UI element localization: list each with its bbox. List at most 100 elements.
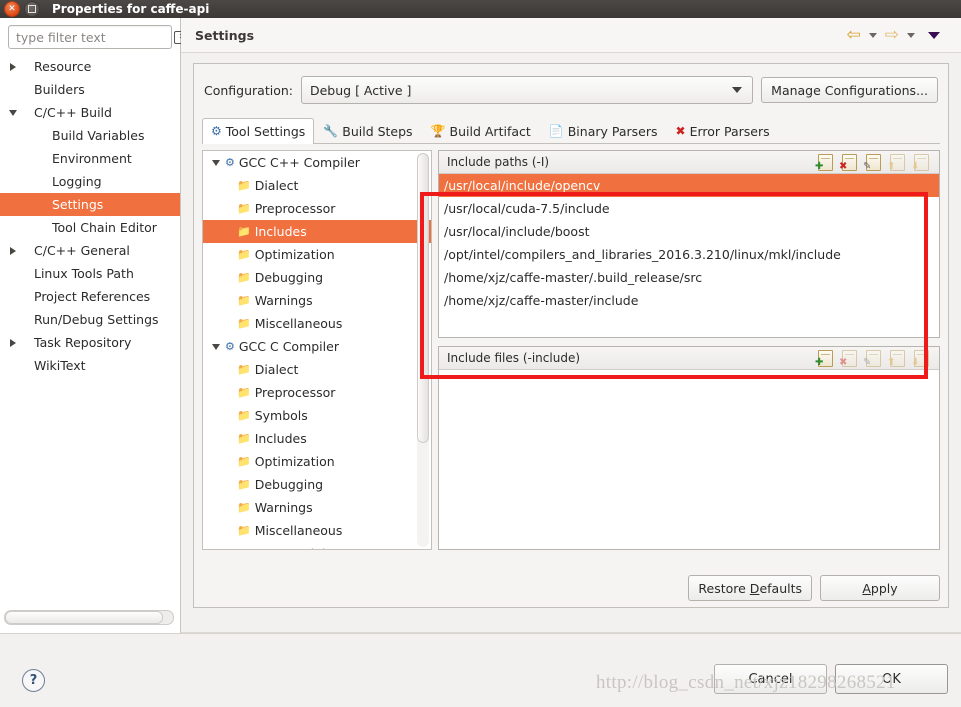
edit-icon[interactable]: ✎ (863, 153, 881, 171)
sidebar-item-resource[interactable]: Resource (0, 55, 180, 78)
help-icon[interactable]: ? (22, 669, 45, 692)
folder-icon: 📁 (237, 524, 251, 537)
chevron-down-icon[interactable] (207, 159, 225, 166)
chevron-down-icon[interactable] (207, 343, 225, 350)
forward-menu-chevron-down-icon[interactable] (907, 32, 915, 38)
tool-tree-item-label: Dialect (254, 178, 299, 193)
move-up-icon[interactable]: ⬆ (887, 153, 905, 171)
delete-icon[interactable]: ✖ (839, 349, 857, 367)
tool-tree-item[interactable]: 📁 Preprocessor (203, 197, 431, 220)
add-icon[interactable]: ✚ (815, 349, 833, 367)
tool-tree-item[interactable]: 📁 Symbols (203, 404, 431, 427)
back-arrow-icon[interactable]: ⇦ (847, 26, 861, 44)
list-item[interactable]: /home/xjz/caffe-master/include (439, 289, 939, 312)
sidebar-item-c-c-build[interactable]: C/C++ Build (0, 101, 180, 124)
sidebar-item-project-references[interactable]: Project References (0, 285, 180, 308)
tab-build-steps[interactable]: 🔧 Build Steps (314, 118, 421, 143)
scrollbar-thumb[interactable] (5, 611, 163, 624)
tool-tree-item[interactable]: ⚙ GCC C++ Compiler (203, 151, 431, 174)
sidebar-item-logging[interactable]: Logging (0, 170, 180, 193)
restore-defaults-button[interactable]: Restore Defaults (688, 575, 812, 601)
tool-tree-item[interactable]: 📁 Warnings (203, 496, 431, 519)
tool-tree-item[interactable]: 📁 Dialect (203, 358, 431, 381)
settings-panel: Configuration: Debug [ Active ] Manage C… (193, 63, 949, 608)
back-menu-chevron-down-icon[interactable] (868, 32, 877, 38)
maximize-icon[interactable] (24, 1, 40, 17)
tool-tree-item[interactable]: 📁 Includes (203, 220, 431, 243)
sidebar-item-label: Logging (52, 174, 102, 189)
move-up-icon[interactable]: ⬆ (887, 349, 905, 367)
move-down-icon[interactable]: ⬇ (911, 153, 929, 171)
search-input[interactable] (14, 28, 174, 46)
sidebar-item-label: Build Variables (52, 128, 145, 143)
tool-tree-item[interactable]: 📁 Debugging (203, 473, 431, 496)
tool-tree-item[interactable]: 📁 Warnings (203, 289, 431, 312)
tab-tool-settings[interactable]: ⚙ Tool Settings (202, 118, 315, 144)
sidebar-item-run-debug-settings[interactable]: Run/Debug Settings (0, 308, 180, 331)
forward-arrow-icon[interactable]: ⇨ (885, 26, 899, 44)
chevron-right-icon[interactable] (4, 338, 22, 347)
include-paths-title: Include paths (-I) (447, 155, 550, 169)
tool-tree-item[interactable]: 📁 Optimization (203, 243, 431, 266)
folder-icon: 📁 (237, 202, 251, 215)
view-menu-chevron-icon[interactable] (928, 31, 940, 39)
tool-tree-item[interactable]: 📁 Dialect (203, 174, 431, 197)
folder-icon: 📁 (237, 409, 251, 422)
sidebar-item-environment[interactable]: Environment (0, 147, 180, 170)
include-files-toolbar: ✚ ✖ ✎ ⬆ ⬇ (815, 349, 935, 367)
tool-tree-item[interactable]: ⚙ GCC C Compiler (203, 335, 431, 358)
build-steps-icon: 🔧 (323, 124, 339, 138)
list-item[interactable]: /usr/local/cuda-7.5/include (439, 197, 939, 220)
filter-box[interactable]: ✕ (8, 25, 190, 49)
sidebar-item-task-repository[interactable]: Task Repository (0, 331, 180, 354)
edit-icon[interactable]: ✎ (863, 349, 881, 367)
include-paths-header: Include paths (-I) ✚ ✖ ✎ ⬆ ⬇ (439, 151, 939, 174)
tool-tree-vertical-scrollbar[interactable] (417, 153, 429, 547)
sidebar-item-builders[interactable]: Builders (0, 78, 180, 101)
sidebar-item-label: Project References (34, 289, 151, 304)
sidebar-horizontal-scrollbar[interactable] (4, 610, 174, 625)
tool-tree-item[interactable]: ⚙ GCC C++ Linker (203, 542, 431, 549)
tab-binary-parsers[interactable]: 📄 Binary Parsers (540, 118, 667, 143)
tool-tree-item[interactable]: 📁 Optimization (203, 450, 431, 473)
tool-tree-item[interactable]: 📁 Includes (203, 427, 431, 450)
apply-button[interactable]: Apply (820, 575, 940, 601)
tool-tree-item[interactable]: 📁 Miscellaneous (203, 519, 431, 542)
tool-tree-item-label: Optimization (254, 247, 335, 262)
tool-tree-item[interactable]: 📁 Preprocessor (203, 381, 431, 404)
scrollbar-thumb[interactable] (417, 153, 429, 443)
manage-configurations-button[interactable]: Manage Configurations... (761, 77, 938, 103)
move-down-icon[interactable]: ⬇ (911, 349, 929, 367)
sidebar-item-linux-tools-path[interactable]: Linux Tools Path (0, 262, 180, 285)
chevron-down-icon[interactable] (4, 109, 22, 116)
tool-tree-item[interactable]: 📁 Miscellaneous (203, 312, 431, 335)
list-item[interactable]: /home/xjz/caffe-master/.build_release/sr… (439, 266, 939, 289)
list-item[interactable]: /usr/local/include/boost (439, 220, 939, 243)
sidebar-item-build-variables[interactable]: Build Variables (0, 124, 180, 147)
folder-icon: 📁 (237, 386, 251, 399)
chevron-right-icon[interactable] (4, 246, 22, 255)
sidebar-item-wikitext[interactable]: WikiText (0, 354, 180, 377)
page-title: Settings (195, 27, 255, 43)
list-item[interactable]: /opt/intel/compilers_and_libraries_2016.… (439, 243, 939, 266)
close-icon[interactable]: ✕ (4, 1, 20, 17)
compiler-icon: ⚙ (225, 156, 235, 169)
tab-error-parsers[interactable]: ✖ Error Parsers (667, 118, 779, 143)
chevron-right-icon[interactable] (4, 62, 22, 71)
tool-tree-item[interactable]: 📁 Debugging (203, 266, 431, 289)
settings-tabs: ⚙ Tool Settings 🔧 Build Steps 🏆 Build Artifac… (202, 118, 940, 144)
delete-icon[interactable]: ✖ (839, 153, 857, 172)
properties-dialog: ✕ Properties for caffe-api ✕ Resource Bui… (0, 0, 961, 707)
delete-icon-badge: ✖ (839, 160, 848, 172)
binary-file-icon: 📄 (548, 124, 564, 138)
window-title: Properties for caffe-api (52, 2, 210, 16)
list-item[interactable]: /usr/local/include/opencv (439, 174, 939, 197)
sidebar-item-settings[interactable]: Settings (0, 193, 180, 216)
configuration-row: Configuration: Debug [ Active ] Manage C… (194, 64, 948, 114)
configuration-select[interactable]: Debug [ Active ] (300, 76, 754, 104)
tab-build-artifact[interactable]: 🏆 Build Artifact (422, 118, 540, 143)
sidebar-item-tool-chain-editor[interactable]: Tool Chain Editor (0, 216, 180, 239)
sidebar-item-c-c-general[interactable]: C/C++ General (0, 239, 180, 262)
sidebar-item-label: Run/Debug Settings (34, 312, 159, 327)
add-icon[interactable]: ✚ (815, 153, 833, 171)
